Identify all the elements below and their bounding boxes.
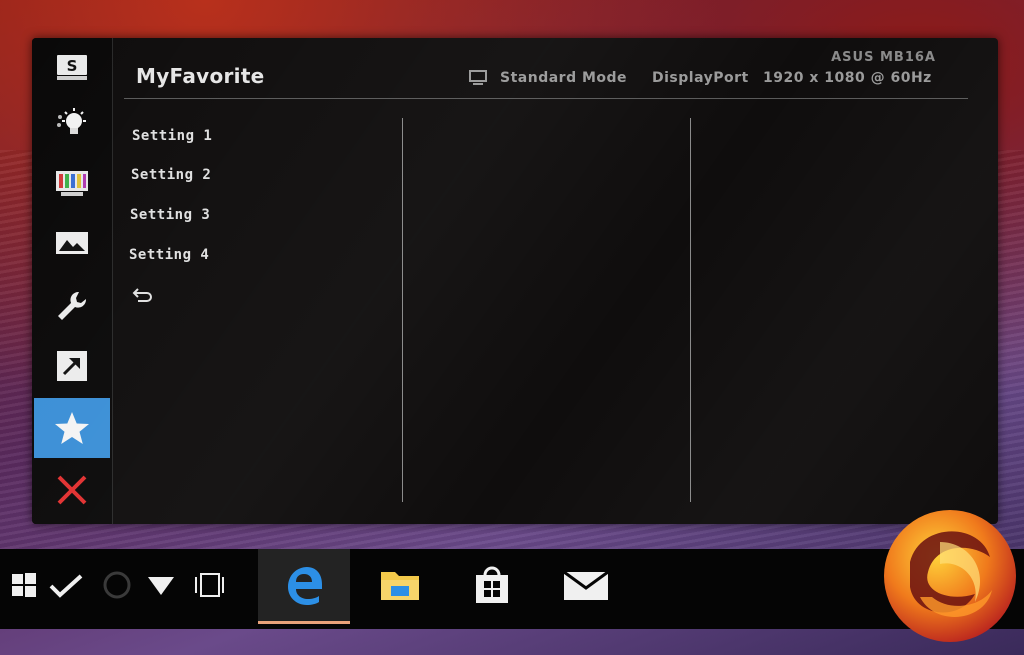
task-view-button[interactable] [188,549,228,621]
sidebar-item-splendid[interactable]: S [34,38,110,98]
checkmark-icon [49,574,83,598]
mode-status: Standard Mode [500,70,628,86]
shortcut-arrow-icon [57,351,87,381]
image-icon [56,232,88,254]
color-bars-icon [56,171,88,196]
taskbar-app-mail[interactable] [556,549,616,621]
sidebar-item-color[interactable] [34,154,110,214]
menu-item-setting-2[interactable]: Setting 2 [131,167,211,183]
sidebar-item-exit[interactable] [34,460,110,520]
monitor-icon [469,70,487,85]
menu-item-setting-3[interactable]: Setting 3 [130,207,210,223]
close-icon [57,475,87,505]
sidebar-item-myfavorite[interactable] [34,398,110,458]
taskbar-app-edge[interactable] [258,549,350,624]
page-title: MyFavorite [136,64,265,88]
kitguru-logo [884,510,1016,642]
svg-text:S: S [67,57,78,75]
start-button[interactable] [6,549,42,621]
resolution-status: 1920 x 1080 @ 60Hz [763,70,932,86]
windows-icon [12,573,36,597]
menu-item-setting-4[interactable]: Setting 4 [129,247,209,263]
taskbar-app-store[interactable] [462,549,522,621]
column-divider-2 [690,118,691,502]
edge-icon [288,567,322,605]
file-explorer-icon [381,572,419,600]
sidebar-item-system[interactable] [34,276,110,336]
osd-sidebar: S [32,38,113,524]
header-divider [124,98,968,99]
sidebar-item-shortcut[interactable] [34,336,110,396]
osd-menu: S MyFavorite ASUS MB16A Standard Mode Di… [32,38,998,524]
input-status: DisplayPort [652,70,749,86]
task-view-icon [195,573,224,597]
mail-icon [563,570,609,600]
star-icon [55,412,89,444]
splendid-s-icon: S [57,55,87,80]
sidebar-item-blue-light[interactable] [34,94,110,154]
store-icon [476,566,508,603]
blue-light-filter-icon [57,108,86,134]
circle-icon [103,571,131,599]
taskbar [0,549,1024,629]
wrench-icon [58,291,87,320]
model-name: ASUS MB16A [831,50,936,65]
check-button[interactable] [46,549,86,621]
menu-item-setting-1[interactable]: Setting 1 [132,128,212,144]
back-arrow-icon[interactable] [132,286,156,306]
sidebar-item-image[interactable] [34,214,110,274]
taskbar-app-explorer[interactable] [370,549,430,621]
triangle-down-icon [148,577,174,595]
column-divider-1 [402,118,403,502]
dropdown-button[interactable] [144,549,178,621]
cortana-button[interactable] [100,549,134,621]
